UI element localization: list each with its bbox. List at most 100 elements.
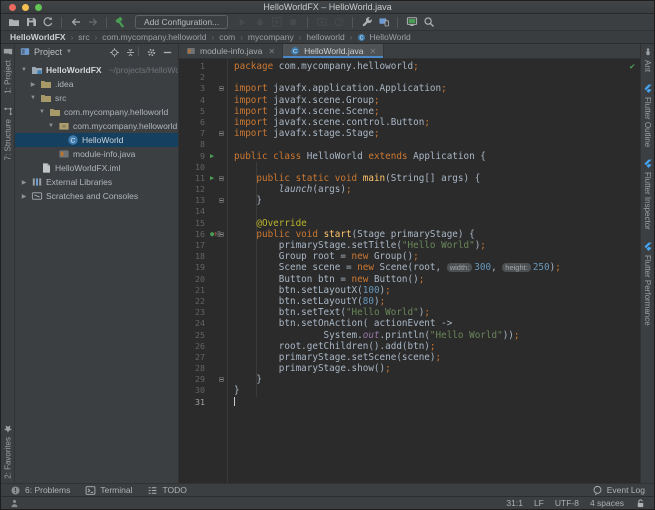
synchronize-icon[interactable] — [40, 15, 55, 30]
navigate-back-icon[interactable] — [68, 15, 83, 30]
code-line: 14 — [185, 206, 640, 217]
tool-window-stripe-button[interactable]: Flutter Inspector — [643, 159, 653, 230]
search-everywhere-icon[interactable] — [421, 15, 436, 30]
emulator-monitor-icon[interactable] — [404, 15, 419, 30]
chevron-down-icon[interactable]: ▼ — [47, 123, 55, 129]
attach-debugger-icon[interactable] — [314, 15, 329, 30]
fold-marker-icon[interactable] — [219, 131, 224, 137]
tool-window-button-6-problems[interactable]: 6: Problems — [10, 485, 70, 496]
flutter-icon — [643, 159, 653, 169]
fold-marker-icon[interactable] — [219, 175, 224, 181]
event-log-button[interactable]: Event Log — [592, 485, 645, 496]
breadcrumb-separator-icon: › — [298, 32, 302, 42]
breadcrumb-separator-icon: › — [70, 32, 74, 42]
lock-icon[interactable] — [635, 498, 646, 509]
fold-marker-icon[interactable] — [219, 198, 224, 204]
run-gutter-icon[interactable]: ▶ — [210, 174, 214, 182]
tree-item-helloworld[interactable]: C HelloWorld — [15, 133, 178, 147]
editor-tab-module-info-java[interactable]: module-info.java ✕ — [179, 44, 284, 58]
sdk-manager-wrench-icon[interactable] — [359, 15, 374, 30]
tree-item-external-libraries[interactable]: ▶ External Libraries — [15, 175, 178, 189]
fold-marker-icon[interactable] — [219, 377, 224, 383]
tool-window-button-terminal[interactable]: Terminal — [85, 485, 132, 496]
breadcrumb-item[interactable]: C HelloWorld — [357, 32, 411, 42]
gutter — [207, 106, 227, 117]
line-number: 24 — [195, 318, 205, 329]
terminal-icon — [85, 485, 96, 496]
tool-window-stripe-button[interactable]: Ant — [643, 47, 653, 72]
run-icon[interactable] — [235, 15, 250, 30]
tree-item-com-mycompany-helloworld[interactable]: ▼ com.mycompany.helloworld — [15, 105, 178, 119]
navigate-forward-icon[interactable] — [85, 15, 100, 30]
line-ending[interactable]: LF — [534, 498, 544, 508]
inspections-ok-icon[interactable]: ✔ — [630, 62, 635, 72]
tree-item-src[interactable]: ▼ src — [15, 91, 178, 105]
class-icon: C — [290, 46, 300, 56]
chevron-down-icon[interactable]: ▼ — [29, 95, 37, 101]
indent-setting[interactable]: 4 spaces — [590, 498, 624, 508]
tree-item-module-info-java[interactable]: module-info.java — [15, 147, 178, 161]
code-editor[interactable]: 1 package com.mycompany.helloworld; 2 3 impo… — [179, 59, 640, 483]
breadcrumb-item[interactable]: com.mycompany.helloworld — [102, 32, 206, 42]
chevron-right-icon[interactable]: ▶ — [29, 81, 37, 88]
tree-item-scratches-and-consoles[interactable]: ▶ Scratches and Consoles — [15, 189, 178, 203]
tool-window-stripe-button[interactable]: 2: Favorites — [3, 424, 13, 479]
open-project-icon[interactable] — [6, 15, 21, 30]
profiler-icon[interactable] — [331, 15, 346, 30]
editor-tab-helloworld-java[interactable]: C HelloWorld.java ✕ — [283, 44, 385, 58]
toolbar-separator — [106, 16, 107, 28]
line-number: 14 — [195, 206, 205, 217]
close-tab-icon[interactable]: ✕ — [369, 47, 376, 56]
code-line: 4 import javafx.scene.Group; — [185, 95, 640, 106]
hide-panel-icon[interactable] — [162, 47, 173, 58]
code-text: btn.setLayoutY(80); — [234, 295, 386, 307]
tool-window-stripe-button[interactable]: 7: Structure — [3, 106, 13, 160]
breadcrumb-item[interactable]: src — [78, 32, 89, 42]
inspections-hector-icon[interactable] — [9, 498, 20, 509]
breadcrumb-item[interactable]: mycompany — [248, 32, 294, 42]
fold-marker-icon[interactable] — [219, 86, 224, 92]
breadcrumb-item[interactable]: helloworld — [306, 32, 344, 42]
caret-position[interactable]: 31:1 — [506, 498, 523, 508]
tool-window-stripe-button[interactable]: 1: Project — [3, 47, 13, 94]
chevron-down-icon[interactable]: ▼ — [38, 109, 46, 115]
tree-item-com-mycompany-helloworld[interactable]: ▼ com.mycompany.helloworld — [15, 119, 178, 133]
chevron-down-icon[interactable]: ▼ — [20, 67, 28, 73]
tree-item--idea[interactable]: ▶ .idea — [15, 77, 178, 91]
line-number: 7 — [200, 128, 205, 139]
gutter — [207, 363, 227, 374]
breadcrumb-item[interactable]: HelloWorldFX — [10, 32, 66, 42]
device-manager-icon[interactable] — [376, 15, 391, 30]
ant-tool-icon — [643, 47, 653, 57]
build-hammer-icon[interactable] — [113, 15, 128, 30]
save-all-icon[interactable] — [23, 15, 38, 30]
stop-icon[interactable] — [286, 15, 301, 30]
add-configuration-button[interactable]: Add Configuration... — [135, 15, 229, 29]
run-gutter-icon[interactable]: ▶ — [210, 152, 214, 160]
title-bar: HelloWorldFX – HelloWorld.java — [1, 1, 654, 14]
close-tab-icon[interactable]: ✕ — [268, 47, 275, 56]
code-text: } — [234, 374, 262, 386]
gear-icon[interactable] — [146, 47, 157, 58]
run-with-coverage-icon[interactable] — [269, 15, 284, 30]
project-panel-header: Project ▼ — [15, 44, 178, 60]
fold-marker-icon[interactable] — [219, 231, 224, 237]
tool-window-button-todo[interactable]: TODO — [147, 485, 187, 496]
collapse-all-icon[interactable] — [125, 47, 136, 58]
code-line: 30} — [185, 385, 640, 396]
chevron-right-icon[interactable]: ▶ — [20, 179, 28, 186]
code-line: 5 import javafx.scene.Scene; — [185, 106, 640, 117]
chevron-right-icon[interactable]: ▶ — [20, 193, 28, 200]
chevron-down-icon[interactable]: ▼ — [66, 49, 72, 55]
tool-window-stripe-button[interactable]: Flutter Performance — [643, 242, 653, 326]
code-line: 20 Button btn = new Button(); — [185, 274, 640, 285]
file-encoding[interactable]: UTF-8 — [555, 498, 579, 508]
tool-window-stripe-button[interactable]: Flutter Outline — [643, 84, 653, 147]
locate-icon[interactable] — [109, 47, 120, 58]
tree-item-helloworldfx[interactable]: ▼HelloWorldFX~/projects/HelloWorldFX — [15, 63, 178, 77]
breadcrumb-item[interactable]: com — [219, 32, 235, 42]
gutter — [207, 352, 227, 363]
project-panel-title[interactable]: Project — [34, 47, 62, 57]
debug-icon[interactable] — [252, 15, 267, 30]
tree-item-helloworldfx-iml[interactable]: HelloWorldFX.iml — [15, 161, 178, 175]
